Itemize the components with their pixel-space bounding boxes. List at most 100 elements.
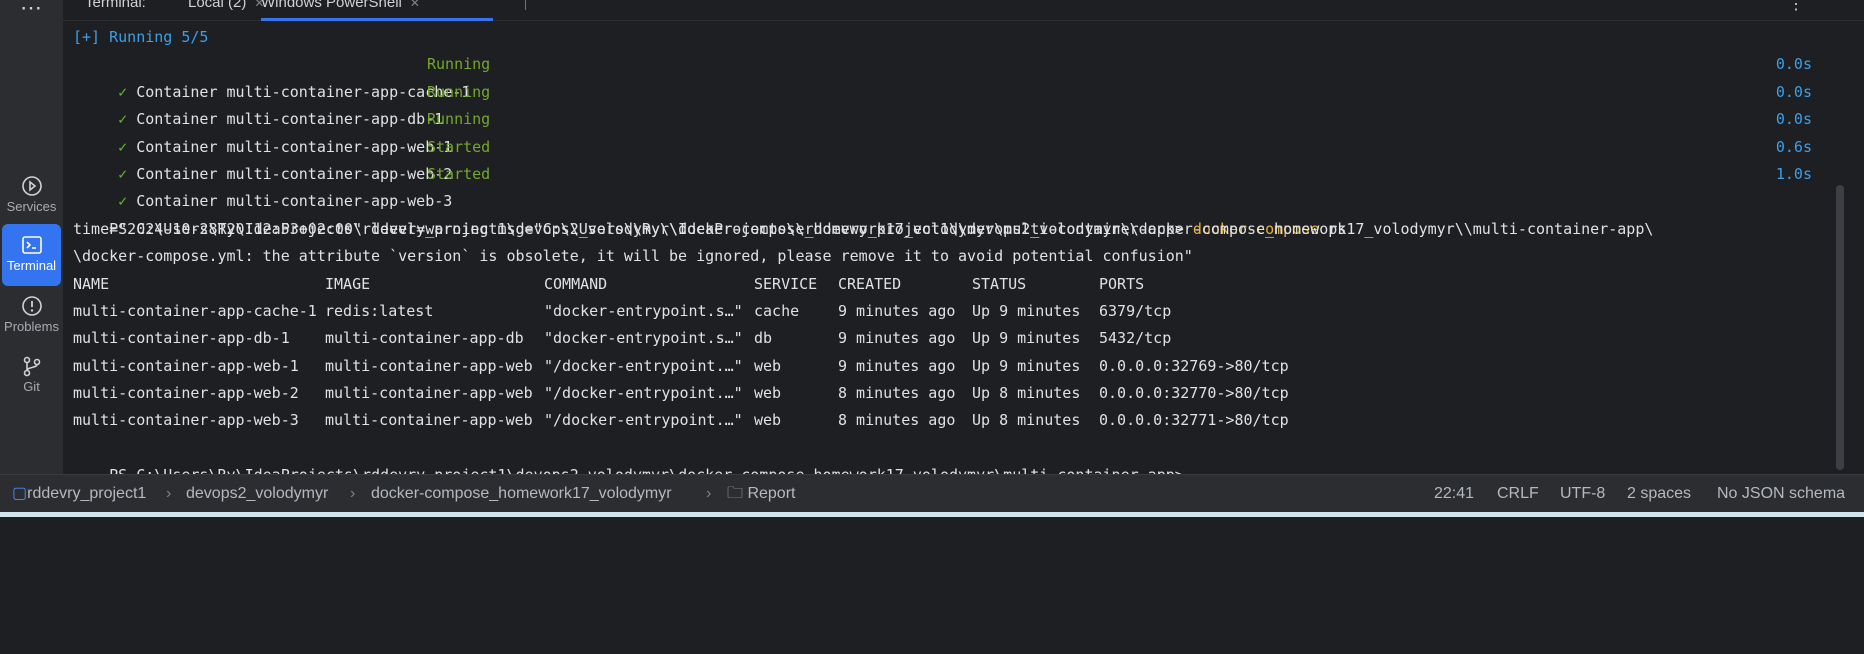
cell-image: multi-container-app-web [325,384,533,403]
chevron-right-icon: › [706,485,712,502]
table-row: multi-container-app-web-1 multi-containe… [73,353,1824,380]
container-duration: 0.0s [1775,110,1812,129]
final-prompt-line[interactable]: PS C:\Users\Ry\IdeaProjects\rddevry_proj… [73,435,1824,484]
breadcrumb-homework[interactable]: docker-compose_homework17_volodymyr [371,475,672,513]
vertical-scrollbar[interactable] [1836,185,1844,470]
container-state: Started [427,137,491,156]
table-row: multi-container-app-web-3 multi-containe… [73,407,1824,434]
services-icon [21,176,42,196]
warning-line: \docker-compose.yml: the attribute `vers… [73,247,1193,266]
problems-label: Problems [4,319,59,334]
chevron-right-icon: › [166,485,172,502]
tab-windows-powershell[interactable]: Windows PowerShell ✕ [261,0,493,21]
git-tool-button[interactable]: Git [2,345,61,407]
cell-service: web [754,356,782,375]
cell-name: multi-container-app-db-1 [73,329,290,348]
container-state: Running [427,82,491,101]
cell-created: 9 minutes ago [838,329,956,348]
cell-ports: 0.0.0.0:32769->80/tcp [1099,356,1289,375]
cell-image: multi-container-app-db [325,329,524,348]
close-icon[interactable]: ✕ [410,0,420,10]
indent-setting[interactable]: 2 spaces [1627,475,1691,513]
container-status-row: ✓ Container multi-container-app-db-1 Run… [73,79,1824,128]
chevron-right-icon: › [350,485,356,502]
cell-command: "/docker-entrypoint.…" [544,411,743,430]
json-schema[interactable]: No JSON schema [1717,475,1845,513]
tab-label: Terminal: [85,0,146,11]
breadcrumb-label: rddevry_project1 [27,485,147,502]
container-status-row: ✓ Container multi-container-app-web-3 St… [73,161,1824,210]
cell-service: cache [754,301,800,320]
table-row: multi-container-app-web-2 multi-containe… [73,380,1824,407]
status-bar: ▢rddevry_project1 › devops2_volodymyr › … [0,474,1864,513]
table-row: multi-container-app-db-1 multi-container… [73,325,1824,352]
cell-name: multi-container-app-cache-1 [73,301,317,320]
warning-line: time="2024-10-28T20:12:53+02:00" level=w… [73,219,1654,238]
tab-label: Windows PowerShell [261,0,402,11]
cell-created: 9 minutes ago [838,356,956,375]
container-duration: 0.0s [1775,82,1812,101]
tool-window-bar: ⋯ Services Terminal Problems Git [0,0,64,474]
table-row: multi-container-app-cache-1 redis:latest… [73,298,1824,325]
terminal-label: Terminal [6,258,57,273]
terminal-tabs: Terminal: Local (2) ✕ Windows PowerShell ✕… [63,0,1864,21]
caret-position[interactable]: 22:41 [1434,475,1474,513]
cell-image: multi-container-app-web [325,356,533,375]
col-service-header: SERVICE [754,274,818,293]
cell-status: Up 8 minutes [972,411,1081,430]
cell-command: "/docker-entrypoint.…" [544,384,743,403]
terminal-output[interactable]: [+] Running 5/5 ✓ Container multi-contai… [73,24,1824,484]
tab-terminal-title: Terminal: [85,0,146,18]
container-status-row: ✓ Container multi-container-app-web-1 Ru… [73,106,1824,155]
cell-created: 8 minutes ago [838,384,956,403]
tab-label: Local (2) [188,0,247,11]
cell-status: Up 9 minutes [972,301,1081,320]
cell-service: db [754,329,773,348]
breadcrumb-devops[interactable]: devops2_volodymyr [186,475,328,513]
container-status-row: ✓ Container multi-container-app-cache-1 … [73,51,1824,100]
container-state: Running [427,55,491,74]
command-line: PS C:\Users\Ry\IdeaProjects\rddevry_proj… [73,188,1824,238]
cell-ports: 6379/tcp [1099,301,1172,320]
cell-status: Up 9 minutes [972,329,1081,348]
more-icon[interactable]: ⋯ [0,0,63,19]
col-created-header: CREATED [838,274,902,293]
tab-divider [525,0,526,10]
cell-command: "docker-entrypoint.s…" [544,329,743,348]
module-icon: ▢ [12,485,28,502]
file-encoding[interactable]: UTF-8 [1560,475,1605,513]
cell-image: multi-container-app-web [325,411,533,430]
cell-created: 9 minutes ago [838,301,956,320]
tab-local-2[interactable]: Local (2) ✕ [188,0,264,18]
col-ports-header: PORTS [1099,274,1145,293]
cell-status: Up 8 minutes [972,384,1081,403]
git-label: Git [23,379,40,394]
container-status-row: ✓ Container multi-container-app-web-2 St… [73,134,1824,183]
folder-icon: 🗀 [727,485,748,502]
cell-ports: 0.0.0.0:32770->80/tcp [1099,384,1289,403]
container-duration: 0.6s [1775,137,1812,156]
services-tool-button[interactable]: Services [2,165,61,227]
container-duration: 0.0s [1775,55,1812,74]
breadcrumb-report[interactable]: 🗀 Report [727,475,795,513]
cell-image: redis:latest [325,301,434,320]
cell-name: multi-container-app-web-3 [73,411,299,430]
line-ending[interactable]: CRLF [1497,475,1539,513]
git-icon [23,356,40,377]
table-header-row: NAME IMAGE COMMAND SERVICE CREATED STATU… [73,271,1824,298]
cell-created: 8 minutes ago [838,411,956,430]
col-status-header: STATUS [972,274,1027,293]
cell-ports: 5432/tcp [1099,329,1172,348]
options-menu-icon[interactable]: ⋮ [1788,0,1804,14]
problems-tool-button[interactable]: Problems [2,285,61,347]
services-label: Services [6,199,57,214]
cell-command: "docker-entrypoint.s…" [544,301,743,320]
terminal-tool-button[interactable]: Terminal [2,224,61,286]
cell-service: web [754,411,782,430]
col-command-header: COMMAND [544,274,608,293]
breadcrumb-project[interactable]: ▢rddevry_project1 [12,475,146,513]
cell-service: web [754,384,782,403]
container-state: Running [427,110,491,129]
cell-command: "/docker-entrypoint.…" [544,356,743,375]
cell-name: multi-container-app-web-2 [73,384,299,403]
